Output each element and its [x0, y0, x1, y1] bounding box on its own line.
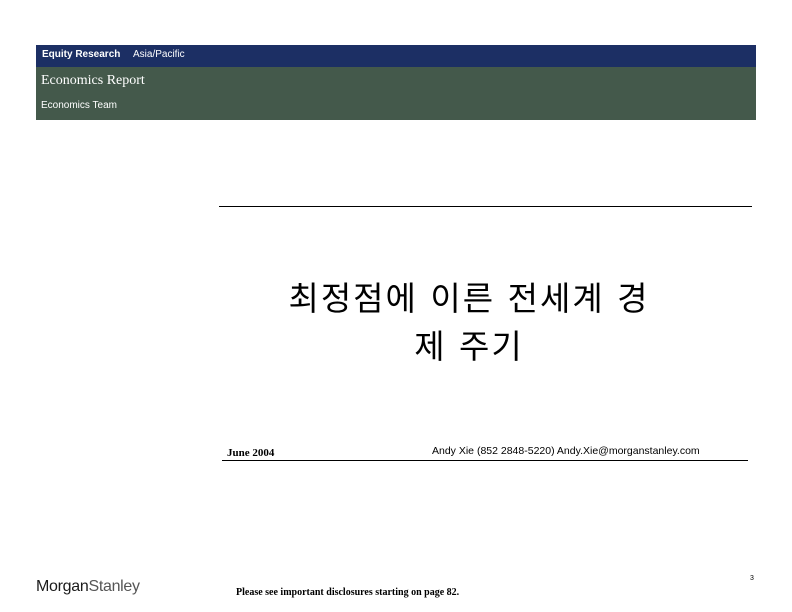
report-banner: Economics Report Economics Team	[36, 67, 756, 120]
logo-part-1: Morgan	[36, 578, 89, 595]
region-label: Asia/Pacific	[133, 49, 185, 60]
logo-part-2: Stanley	[88, 578, 140, 595]
page-title: 최정점에 이른 전세계 경 제 주기	[219, 275, 719, 371]
disclosure-notice: Please see important disclosures startin…	[236, 587, 460, 598]
team-label: Economics Team	[41, 100, 117, 111]
morgan-stanley-logo: MorganStanley	[36, 578, 140, 596]
report-type: Economics Report	[41, 73, 145, 88]
header-bar: Equity Research Asia/Pacific	[36, 45, 756, 67]
title-line-1: 최정점에 이른 전세계 경	[288, 279, 650, 318]
page-number: 3	[750, 575, 754, 582]
title-line-2: 제 주기	[414, 327, 524, 366]
title-divider	[219, 206, 752, 207]
author-contact: Andy Xie (852 2848-5220) Andy.Xie@morgan…	[432, 445, 700, 457]
department-label: Equity Research	[42, 49, 121, 60]
date-divider	[222, 460, 748, 461]
report-date: June 2004	[227, 447, 275, 459]
